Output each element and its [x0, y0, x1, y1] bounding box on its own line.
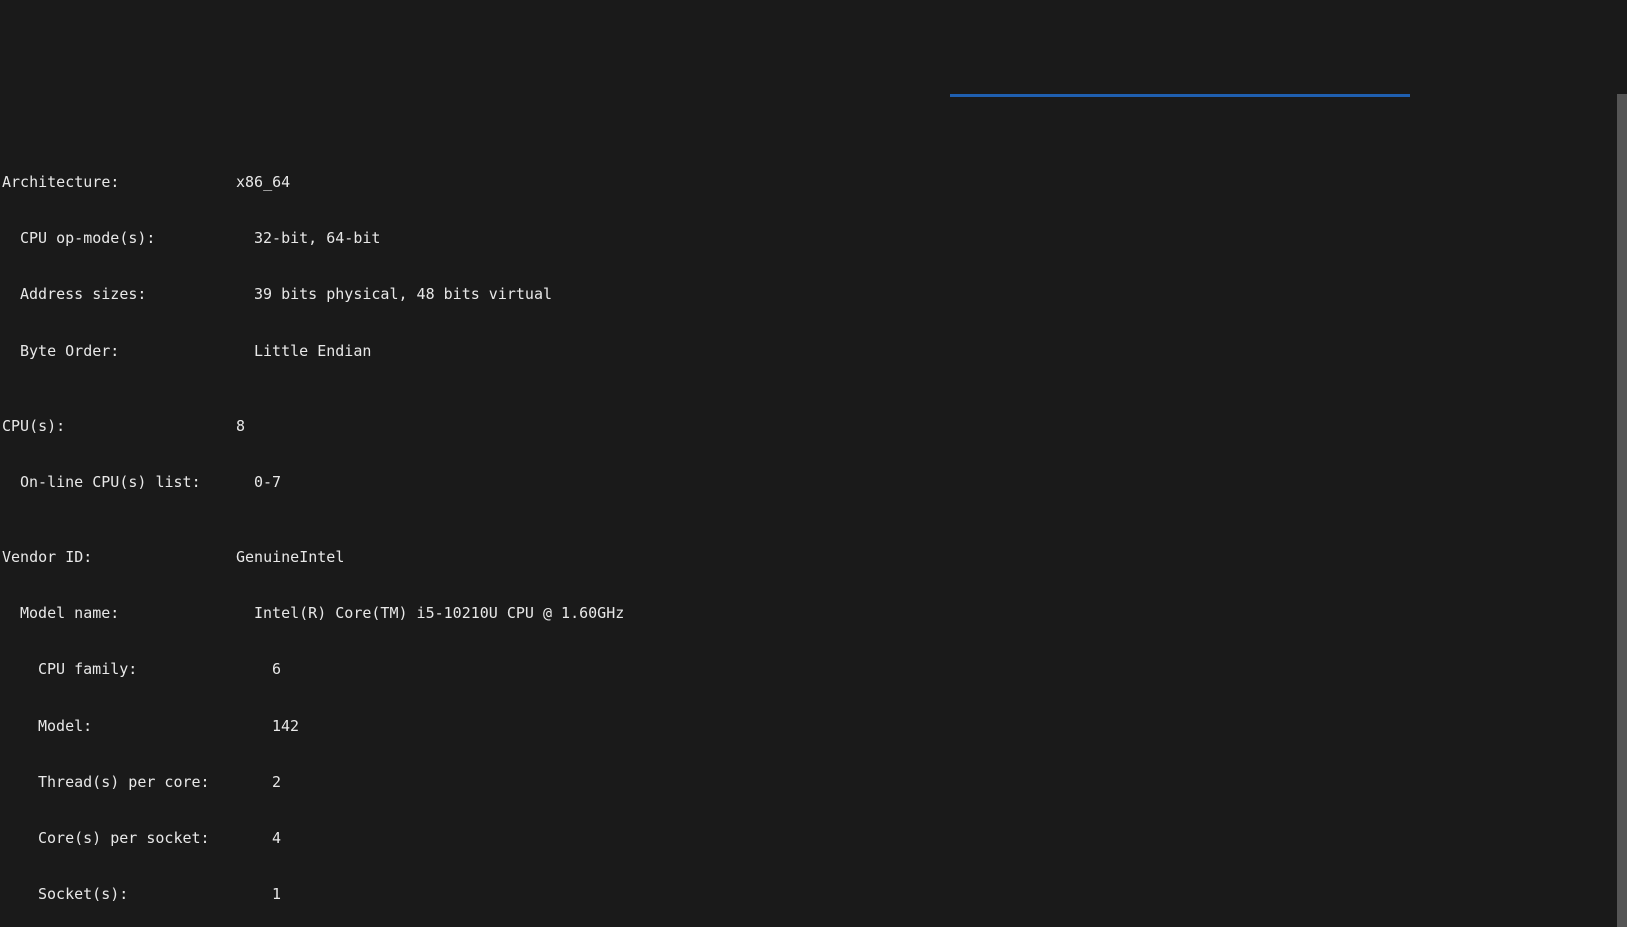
model-value: 142: [272, 717, 1625, 736]
cpu-family-label: CPU family:: [2, 660, 272, 679]
scrollbar-thumb[interactable]: [1617, 94, 1627, 927]
op-modes-row: CPU op-mode(s): 32-bit, 64-bit: [2, 229, 1625, 248]
model-name-value: Intel(R) Core(TM) i5-10210U CPU @ 1.60GH…: [254, 604, 1625, 623]
terminal-output[interactable]: Architecture: x86_64 CPU op-mode(s): 32-…: [0, 94, 1627, 927]
cpu-family-value: 6: [272, 660, 1625, 679]
online-list-row: On-line CPU(s) list: 0-7: [2, 473, 1625, 492]
address-sizes-label: Address sizes:: [2, 285, 254, 304]
model-name-label: Model name:: [2, 604, 254, 623]
cpu-family-row: CPU family: 6: [2, 660, 1625, 679]
cpus-value: 8: [236, 417, 1625, 436]
byte-order-value: Little Endian: [254, 342, 1625, 361]
model-row: Model: 142: [2, 717, 1625, 736]
arch-label: Architecture:: [2, 173, 236, 192]
vendor-label: Vendor ID:: [2, 548, 236, 567]
window-title-bar-accent: [950, 94, 1410, 97]
sockets-label: Socket(s):: [2, 885, 272, 904]
cores-per-socket-label: Core(s) per socket:: [2, 829, 272, 848]
model-label: Model:: [2, 717, 272, 736]
cpus-row: CPU(s): 8: [2, 417, 1625, 436]
byte-order-label: Byte Order:: [2, 342, 254, 361]
cores-per-socket-row: Core(s) per socket: 4: [2, 829, 1625, 848]
arch-value: x86_64: [236, 173, 1625, 192]
cpus-label: CPU(s):: [2, 417, 236, 436]
byte-order-row: Byte Order: Little Endian: [2, 342, 1625, 361]
model-name-row: Model name: Intel(R) Core(TM) i5-10210U …: [2, 604, 1625, 623]
sockets-row: Socket(s): 1: [2, 885, 1625, 904]
online-list-value: 0-7: [254, 473, 1625, 492]
arch-row: Architecture: x86_64: [2, 173, 1625, 192]
vendor-value: GenuineIntel: [236, 548, 1625, 567]
cores-per-socket-value: 4: [272, 829, 1625, 848]
threads-per-core-label: Thread(s) per core:: [2, 773, 272, 792]
threads-per-core-value: 2: [272, 773, 1625, 792]
vendor-row: Vendor ID: GenuineIntel: [2, 548, 1625, 567]
sockets-value: 1: [272, 885, 1625, 904]
online-list-label: On-line CPU(s) list:: [2, 473, 254, 492]
op-modes-value: 32-bit, 64-bit: [254, 229, 1625, 248]
address-sizes-value: 39 bits physical, 48 bits virtual: [254, 285, 1625, 304]
scrollbar-track[interactable]: [1617, 94, 1627, 927]
op-modes-label: CPU op-mode(s):: [2, 229, 254, 248]
address-sizes-row: Address sizes: 39 bits physical, 48 bits…: [2, 285, 1625, 304]
threads-per-core-row: Thread(s) per core: 2: [2, 773, 1625, 792]
